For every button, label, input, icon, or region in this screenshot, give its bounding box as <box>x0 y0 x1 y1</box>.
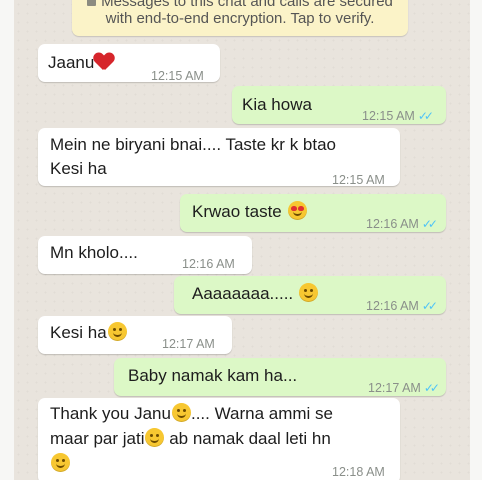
chat-area[interactable]: Messages to this chat and calls are secu… <box>14 0 470 480</box>
message-time: 12:18 AM <box>332 465 385 479</box>
lock-icon <box>87 0 97 6</box>
message-text-line2-cont: ab namak daal leti hn <box>164 429 331 448</box>
pleading-face-emoji-icon <box>51 453 70 472</box>
double-check-icon: ✓✓ <box>417 109 434 123</box>
message-bubble[interactable]: Kia howa 12:15 AM ✓✓ <box>232 86 446 124</box>
message-time: 12:16 AM <box>182 257 235 271</box>
message-text-line2: Kesi ha <box>50 159 107 178</box>
message-bubble[interactable]: Baby namak kam ha... 12:17 AM ✓✓ <box>114 358 446 396</box>
message-bubble[interactable]: Kesi ha 12:17 AM <box>38 316 232 354</box>
smiling-face-emoji-icon <box>107 322 127 341</box>
message-text: Jaanu <box>48 53 95 72</box>
red-heart-emoji-icon <box>94 53 114 71</box>
encryption-notice-line1: Messages to this chat and calls are secu… <box>101 0 393 10</box>
message-time: 12:17 AM <box>368 381 421 395</box>
message-text: Mein ne biryani bnai.... Taste kr k btao <box>50 135 337 154</box>
disappointed-face-emoji-icon <box>145 428 165 447</box>
encryption-notice[interactable]: Messages to this chat and calls are secu… <box>72 0 408 36</box>
message-bubble[interactable]: Mn kholo.... 12:16 AM <box>38 236 252 274</box>
message-text: Kesi ha <box>50 323 107 342</box>
encryption-notice-line2: with end-to-end encryption. Tap to verif… <box>105 10 375 27</box>
smiling-face-emoji-icon <box>298 283 318 302</box>
message-time: 12:15 AM <box>362 109 415 123</box>
message-text: Kia howa <box>242 95 312 114</box>
message-text: Thank you Janu <box>50 404 171 423</box>
message-time: 12:15 AM <box>151 69 204 83</box>
message-time: 12:17 AM <box>162 337 215 351</box>
double-check-icon: ✓✓ <box>423 381 440 395</box>
message-text-line2: maar par jati <box>50 429 145 448</box>
message-text: Aaaaaaaa..... <box>192 284 294 303</box>
message-bubble[interactable]: Aaaaaaaa..... 12:16 AM ✓✓ <box>174 276 446 314</box>
double-check-icon: ✓✓ <box>421 299 438 313</box>
message-bubble[interactable]: Mein ne biryani bnai.... Taste kr k btao… <box>38 128 400 187</box>
message-text: Baby namak kam ha... <box>128 366 298 385</box>
heart-eyes-emoji-icon <box>287 201 307 220</box>
message-text-cont: .... Warna ammi se <box>190 404 333 423</box>
kissing-face-emoji-icon <box>171 403 191 422</box>
double-check-icon: ✓✓ <box>421 217 438 231</box>
message-time: 12:16 AM <box>366 299 419 313</box>
message-text: Mn kholo.... <box>50 243 138 262</box>
message-bubble[interactable]: Thank you Janu .... Warna ammi se maar pa… <box>38 398 400 480</box>
message-time: 12:15 AM <box>332 173 385 187</box>
message-bubble[interactable]: Krwao taste 12:16 AM ✓✓ <box>180 194 446 232</box>
message-text: Krwao taste <box>192 202 282 221</box>
message-bubble[interactable]: Jaanu 12:15 AM <box>38 44 220 83</box>
message-time: 12:16 AM <box>366 217 419 231</box>
